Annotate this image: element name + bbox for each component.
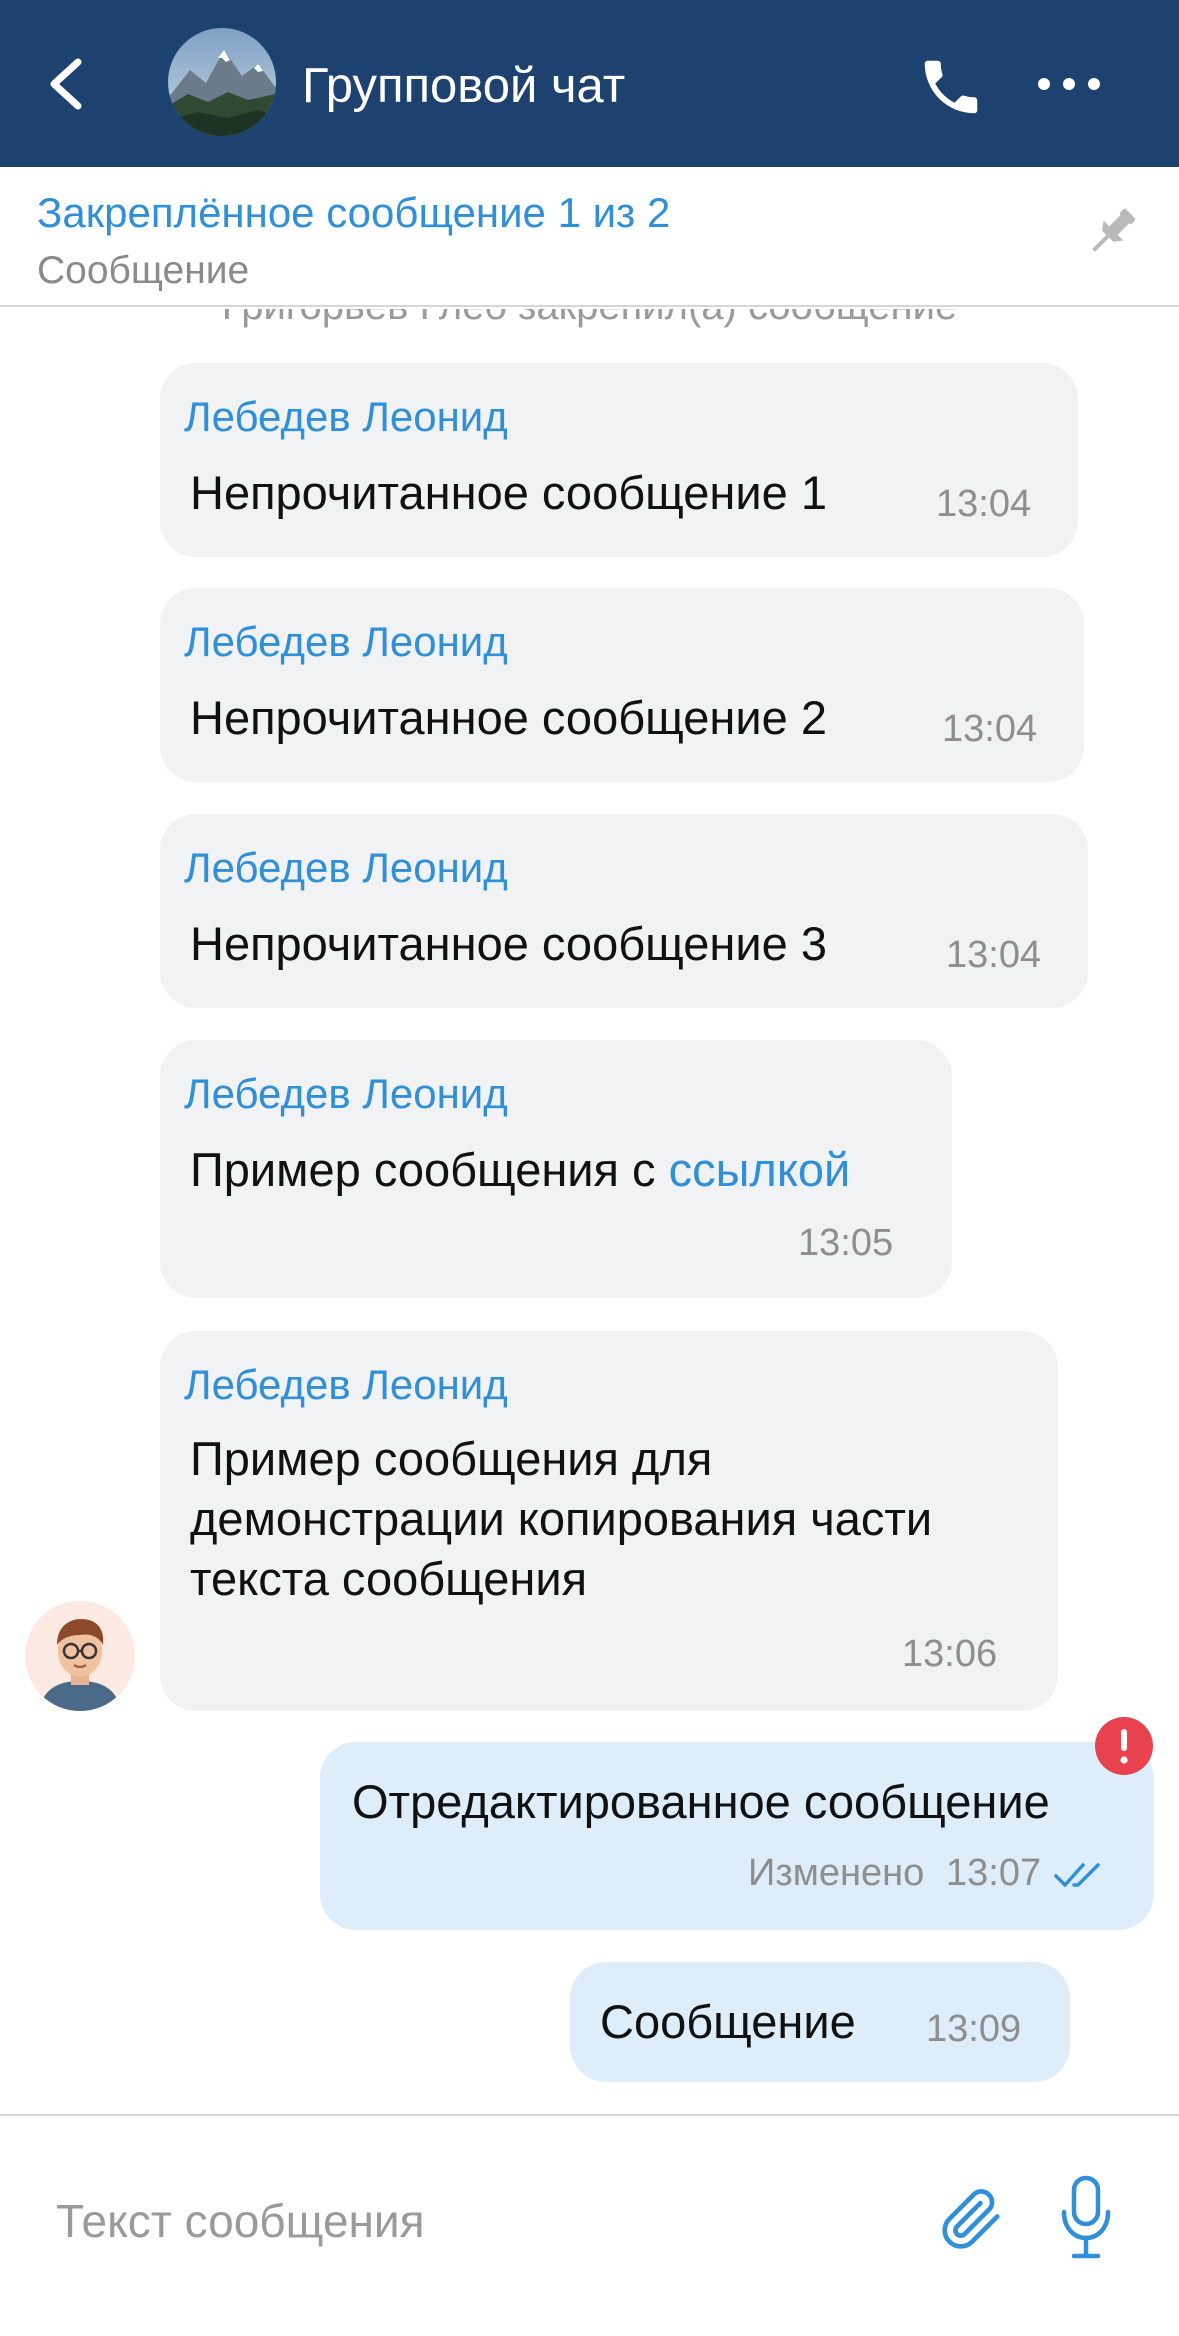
- message-text: Пример сообщения с ссылкой: [190, 1140, 850, 1200]
- back-button[interactable]: [36, 44, 100, 124]
- message-bubble[interactable]: Лебедев Леонид Пример сообщения с ссылко…: [160, 1040, 952, 1298]
- message-text: Непрочитанное сообщение 1: [190, 466, 827, 519]
- attach-button[interactable]: [936, 2178, 1006, 2258]
- error-icon: [1095, 1717, 1153, 1775]
- chat-avatar[interactable]: [168, 28, 276, 136]
- chat-header: Групповой чат: [0, 0, 1179, 167]
- message-time: 13:07: [946, 1852, 1042, 1894]
- sender-avatar[interactable]: [25, 1601, 135, 1711]
- message-time: 13:04: [942, 708, 1038, 750]
- message-text-line: демонстрации копирования части: [190, 1492, 933, 1545]
- phone-icon: [924, 60, 978, 114]
- message-time: 13:06: [902, 1633, 998, 1675]
- microphone-icon: [1061, 2175, 1111, 2259]
- pinned-message-title: Закреплённое сообщение 1 из 2: [37, 189, 671, 236]
- message-bubble-outgoing[interactable]: Отредактированное сообщение Изменено 13:…: [320, 1742, 1154, 1930]
- chat-title[interactable]: Групповой чат: [302, 56, 625, 116]
- chevron-left-icon: [50, 58, 82, 110]
- message-input[interactable]: [56, 2184, 876, 2258]
- pinned-message-bar[interactable]: Закреплённое сообщение 1 из 2 Сообщение: [0, 167, 1179, 307]
- message-bubble-outgoing[interactable]: Сообщение 13:09: [570, 1962, 1070, 2082]
- system-message: Григорьев Глеб закрепил(а) сообщение: [0, 309, 1179, 331]
- voice-record-button[interactable]: [1056, 2174, 1116, 2264]
- message-bubble[interactable]: Лебедев Леонид Пример сообщения для демо…: [160, 1331, 1058, 1711]
- call-button[interactable]: [916, 52, 986, 122]
- message-time: 13:09: [926, 2008, 1022, 2050]
- message-bubble[interactable]: Лебедев Леонид Непрочитанное сообщение 3…: [160, 814, 1088, 1008]
- message-bubble[interactable]: Лебедев Леонид Непрочитанное сообщение 2…: [160, 588, 1084, 782]
- message-list[interactable]: Григорьев Глеб закрепил(а) сообщение Леб…: [0, 309, 1179, 2114]
- mountain-avatar-image: [168, 28, 276, 136]
- pinned-message-preview: Сообщение: [37, 249, 250, 292]
- message-sender[interactable]: Лебедев Леонид: [184, 842, 508, 894]
- more-horizontal-icon: [1038, 78, 1100, 90]
- double-check-icon: [1054, 1863, 1100, 1887]
- unpin-button[interactable]: [1080, 200, 1144, 264]
- message-link[interactable]: ссылкой: [669, 1143, 851, 1196]
- message-text: Непрочитанное сообщение 3: [190, 917, 827, 970]
- message-text: Отредактированное сообщение: [352, 1775, 1050, 1828]
- read-status: [1054, 1860, 1102, 1890]
- paperclip-icon: [942, 2189, 1000, 2249]
- send-error-button[interactable]: [1094, 1716, 1154, 1776]
- edited-label: Изменено: [748, 1852, 925, 1894]
- more-button[interactable]: [1034, 64, 1104, 104]
- message-bubble[interactable]: Лебедев Леонид Непрочитанное сообщение 1…: [160, 363, 1078, 557]
- message-text-line: Пример сообщения для: [190, 1432, 713, 1485]
- message-sender[interactable]: Лебедев Леонид: [184, 1068, 508, 1120]
- message-time: 13:04: [936, 483, 1032, 525]
- message-time: 13:04: [946, 934, 1042, 976]
- message-sender[interactable]: Лебедев Леонид: [184, 391, 508, 443]
- message-text: Непрочитанное сообщение 2: [190, 691, 827, 744]
- message-sender[interactable]: Лебедев Леонид: [184, 1359, 508, 1411]
- message-text: Сообщение: [600, 1995, 856, 2048]
- message-sender[interactable]: Лебедев Леонид: [184, 616, 508, 668]
- message-text-prefix: Пример сообщения с: [190, 1143, 669, 1196]
- user-avatar-illustration: [25, 1601, 135, 1711]
- pin-icon: [1092, 208, 1136, 252]
- message-composer: [0, 2114, 1179, 2336]
- message-text-line: текста сообщения: [190, 1552, 588, 1605]
- message-time: 13:05: [798, 1222, 894, 1264]
